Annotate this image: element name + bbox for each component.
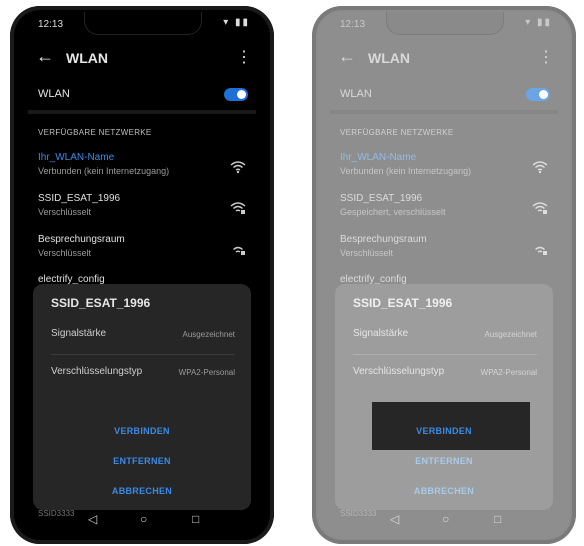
back-arrow-icon[interactable]: ← xyxy=(338,46,356,67)
wifi-signal-icon xyxy=(532,160,548,174)
network-status: Verschlüsselt xyxy=(38,248,92,258)
divider xyxy=(28,110,256,114)
screen-left: 12:13 ▾ ▮▮ ← WLAN ⋮ WLAN VERFÜGBARE NETZ… xyxy=(16,12,268,538)
page-title: WLAN xyxy=(368,50,410,66)
wlan-toggle-row[interactable]: WLAN xyxy=(318,82,570,110)
toggle-knob xyxy=(237,90,246,99)
divider xyxy=(330,110,558,114)
network-status: Gespeichert, verschlüsselt xyxy=(340,207,446,217)
network-name: Besprechungsraum xyxy=(340,234,427,245)
remove-button[interactable]: ENTFERNEN xyxy=(335,456,553,466)
divider xyxy=(353,354,537,355)
wlan-toggle-switch[interactable] xyxy=(526,88,550,101)
status-icons: ▾ ▮▮ xyxy=(525,17,552,28)
cancel-button[interactable]: ABBRECHEN xyxy=(33,486,251,496)
back-arrow-icon[interactable]: ← xyxy=(36,46,54,67)
wifi-lock-icon xyxy=(532,242,548,256)
dialog-title: SSID_ESAT_1996 xyxy=(51,296,151,310)
network-status: Verbunden (kein Internetzugang) xyxy=(38,166,170,176)
remove-button[interactable]: ENTFERNEN xyxy=(33,456,251,466)
connect-button[interactable]: VERBINDEN xyxy=(335,426,553,436)
network-dialog: SSID_ESAT_1996 Signalstärke Ausgezeichne… xyxy=(33,284,251,510)
security-label: Verschlüsselungstyp xyxy=(353,366,445,377)
signal-row: Signalstärke Ausgezeichnet xyxy=(353,324,537,348)
signal-value: Ausgezeichnet xyxy=(484,330,537,339)
network-name: SSID_ESAT_1996 xyxy=(340,193,423,204)
phone-left: 12:13 ▾ ▮▮ ← WLAN ⋮ WLAN VERFÜGBARE NETZ… xyxy=(10,6,274,544)
nav-home-icon[interactable]: ○ xyxy=(140,512,147,526)
network-name: Ihr_WLAN-Name xyxy=(340,152,417,163)
cancel-button[interactable]: ABBRECHEN xyxy=(335,486,553,496)
network-item[interactable]: SSID_ESAT_1996 Verschlüsselt xyxy=(38,193,250,231)
network-name: SSID_ESAT_1996 xyxy=(38,193,121,204)
status-bar: 12:13 ▾ ▮▮ xyxy=(16,12,268,35)
wlan-label: WLAN xyxy=(340,88,372,100)
network-item[interactable]: SSID_ESAT_1996 Gespeichert, verschlüssel… xyxy=(340,193,552,231)
network-item[interactable]: Besprechungsraum Verschlüsselt xyxy=(38,234,250,272)
wifi-lock-icon xyxy=(230,242,246,256)
page-title: WLAN xyxy=(66,50,108,66)
network-name: Besprechungsraum xyxy=(38,234,125,245)
wifi-lock-icon xyxy=(532,201,548,215)
nav-recents-icon[interactable]: □ xyxy=(192,512,199,526)
status-icons: ▾ ▮▮ xyxy=(223,17,250,28)
nav-back-icon[interactable]: ◁ xyxy=(88,512,97,526)
wlan-toggle-switch[interactable] xyxy=(224,88,248,101)
network-item[interactable]: Besprechungsraum Verschlüsselt xyxy=(340,234,552,272)
security-label: Verschlüsselungstyp xyxy=(51,366,143,377)
dialog-title: SSID_ESAT_1996 xyxy=(353,296,453,310)
navigation-bar: ◁ ○ □ xyxy=(16,512,268,530)
status-bar: 12:13 ▾ ▮▮ xyxy=(318,12,570,35)
network-item[interactable]: Ihr_WLAN-Name Verbunden (kein Internetzu… xyxy=(38,152,250,190)
signal-row: Signalstärke Ausgezeichnet xyxy=(51,324,235,348)
status-time: 12:13 xyxy=(340,19,366,30)
nav-recents-icon[interactable]: □ xyxy=(494,512,501,526)
more-options-icon[interactable]: ⋮ xyxy=(538,47,554,67)
notch xyxy=(84,12,202,35)
network-name: Ihr_WLAN-Name xyxy=(38,152,115,163)
screen-right: 12:13 ▾ ▮▮ ← WLAN ⋮ WLAN VERFÜGBARE NETZ… xyxy=(318,12,570,538)
security-value: WPA2-Personal xyxy=(480,368,537,377)
signal-value: Ausgezeichnet xyxy=(182,330,235,339)
network-status: Verschlüsselt xyxy=(38,207,92,217)
wlan-toggle-row[interactable]: WLAN xyxy=(16,82,268,110)
toggle-knob xyxy=(539,90,548,99)
security-value: WPA2-Personal xyxy=(178,368,235,377)
divider xyxy=(51,354,235,355)
phone-right: 12:13 ▾ ▮▮ ← WLAN ⋮ WLAN VERFÜGBARE NETZ… xyxy=(312,6,576,544)
status-time: 12:13 xyxy=(38,19,64,30)
connect-button[interactable]: VERBINDEN xyxy=(33,426,251,436)
signal-label: Signalstärke xyxy=(353,328,409,339)
wifi-lock-icon xyxy=(230,201,246,215)
section-title: VERFÜGBARE NETZWERKE xyxy=(38,128,152,137)
more-options-icon[interactable]: ⋮ xyxy=(236,47,252,67)
network-status: Verbunden (kein Internetzugang) xyxy=(340,166,472,176)
notch xyxy=(386,12,504,35)
app-bar: ← WLAN ⋮ xyxy=(318,42,570,72)
security-row: Verschlüsselungstyp WPA2-Personal xyxy=(51,362,235,386)
wifi-signal-icon xyxy=(230,160,246,174)
network-dialog: SSID_ESAT_1996 Signalstärke Ausgezeichne… xyxy=(335,284,553,510)
section-title: VERFÜGBARE NETZWERKE xyxy=(340,128,454,137)
security-row: Verschlüsselungstyp WPA2-Personal xyxy=(353,362,537,386)
network-item[interactable]: Ihr_WLAN-Name Verbunden (kein Internetzu… xyxy=(340,152,552,190)
signal-label: Signalstärke xyxy=(51,328,107,339)
nav-back-icon[interactable]: ◁ xyxy=(390,512,399,526)
wlan-label: WLAN xyxy=(38,88,70,100)
nav-home-icon[interactable]: ○ xyxy=(442,512,449,526)
network-status: Verschlüsselt xyxy=(340,248,394,258)
navigation-bar: ◁ ○ □ xyxy=(318,512,570,530)
app-bar: ← WLAN ⋮ xyxy=(16,42,268,72)
